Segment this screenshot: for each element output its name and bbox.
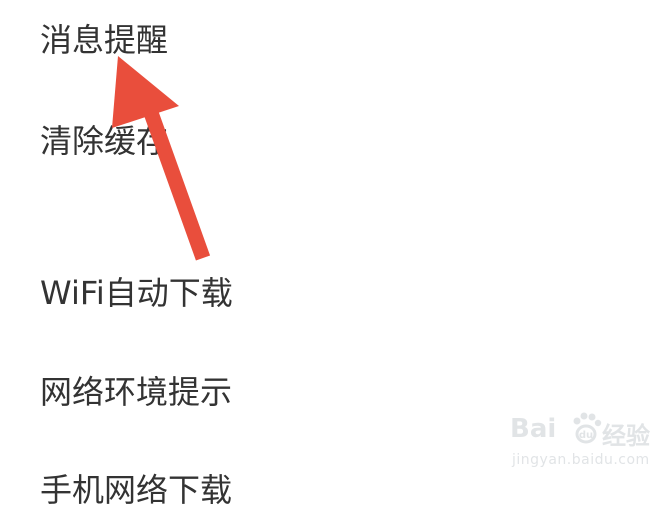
setting-item-network-environment-tip[interactable]: 网络环境提示 (40, 372, 232, 412)
setting-item-clear-cache[interactable]: 清除缓存 (40, 121, 168, 161)
watermark-url: jingyan.baidu.com (512, 452, 650, 468)
watermark-logo-text: Bai (510, 414, 557, 444)
setting-item-wifi-auto-download[interactable]: WiFi自动下载 (40, 273, 233, 313)
watermark-site-name: 经验 (602, 422, 650, 450)
setting-item-message-reminder[interactable]: 消息提醒 (40, 20, 168, 60)
setting-item-mobile-network-download[interactable]: 手机网络下载 (40, 470, 232, 510)
paw-icon: du (573, 412, 602, 444)
svg-text:du: du (579, 430, 593, 441)
baidu-jingyan-watermark: Bai du 经验 jingyan.baidu.com (508, 410, 658, 476)
